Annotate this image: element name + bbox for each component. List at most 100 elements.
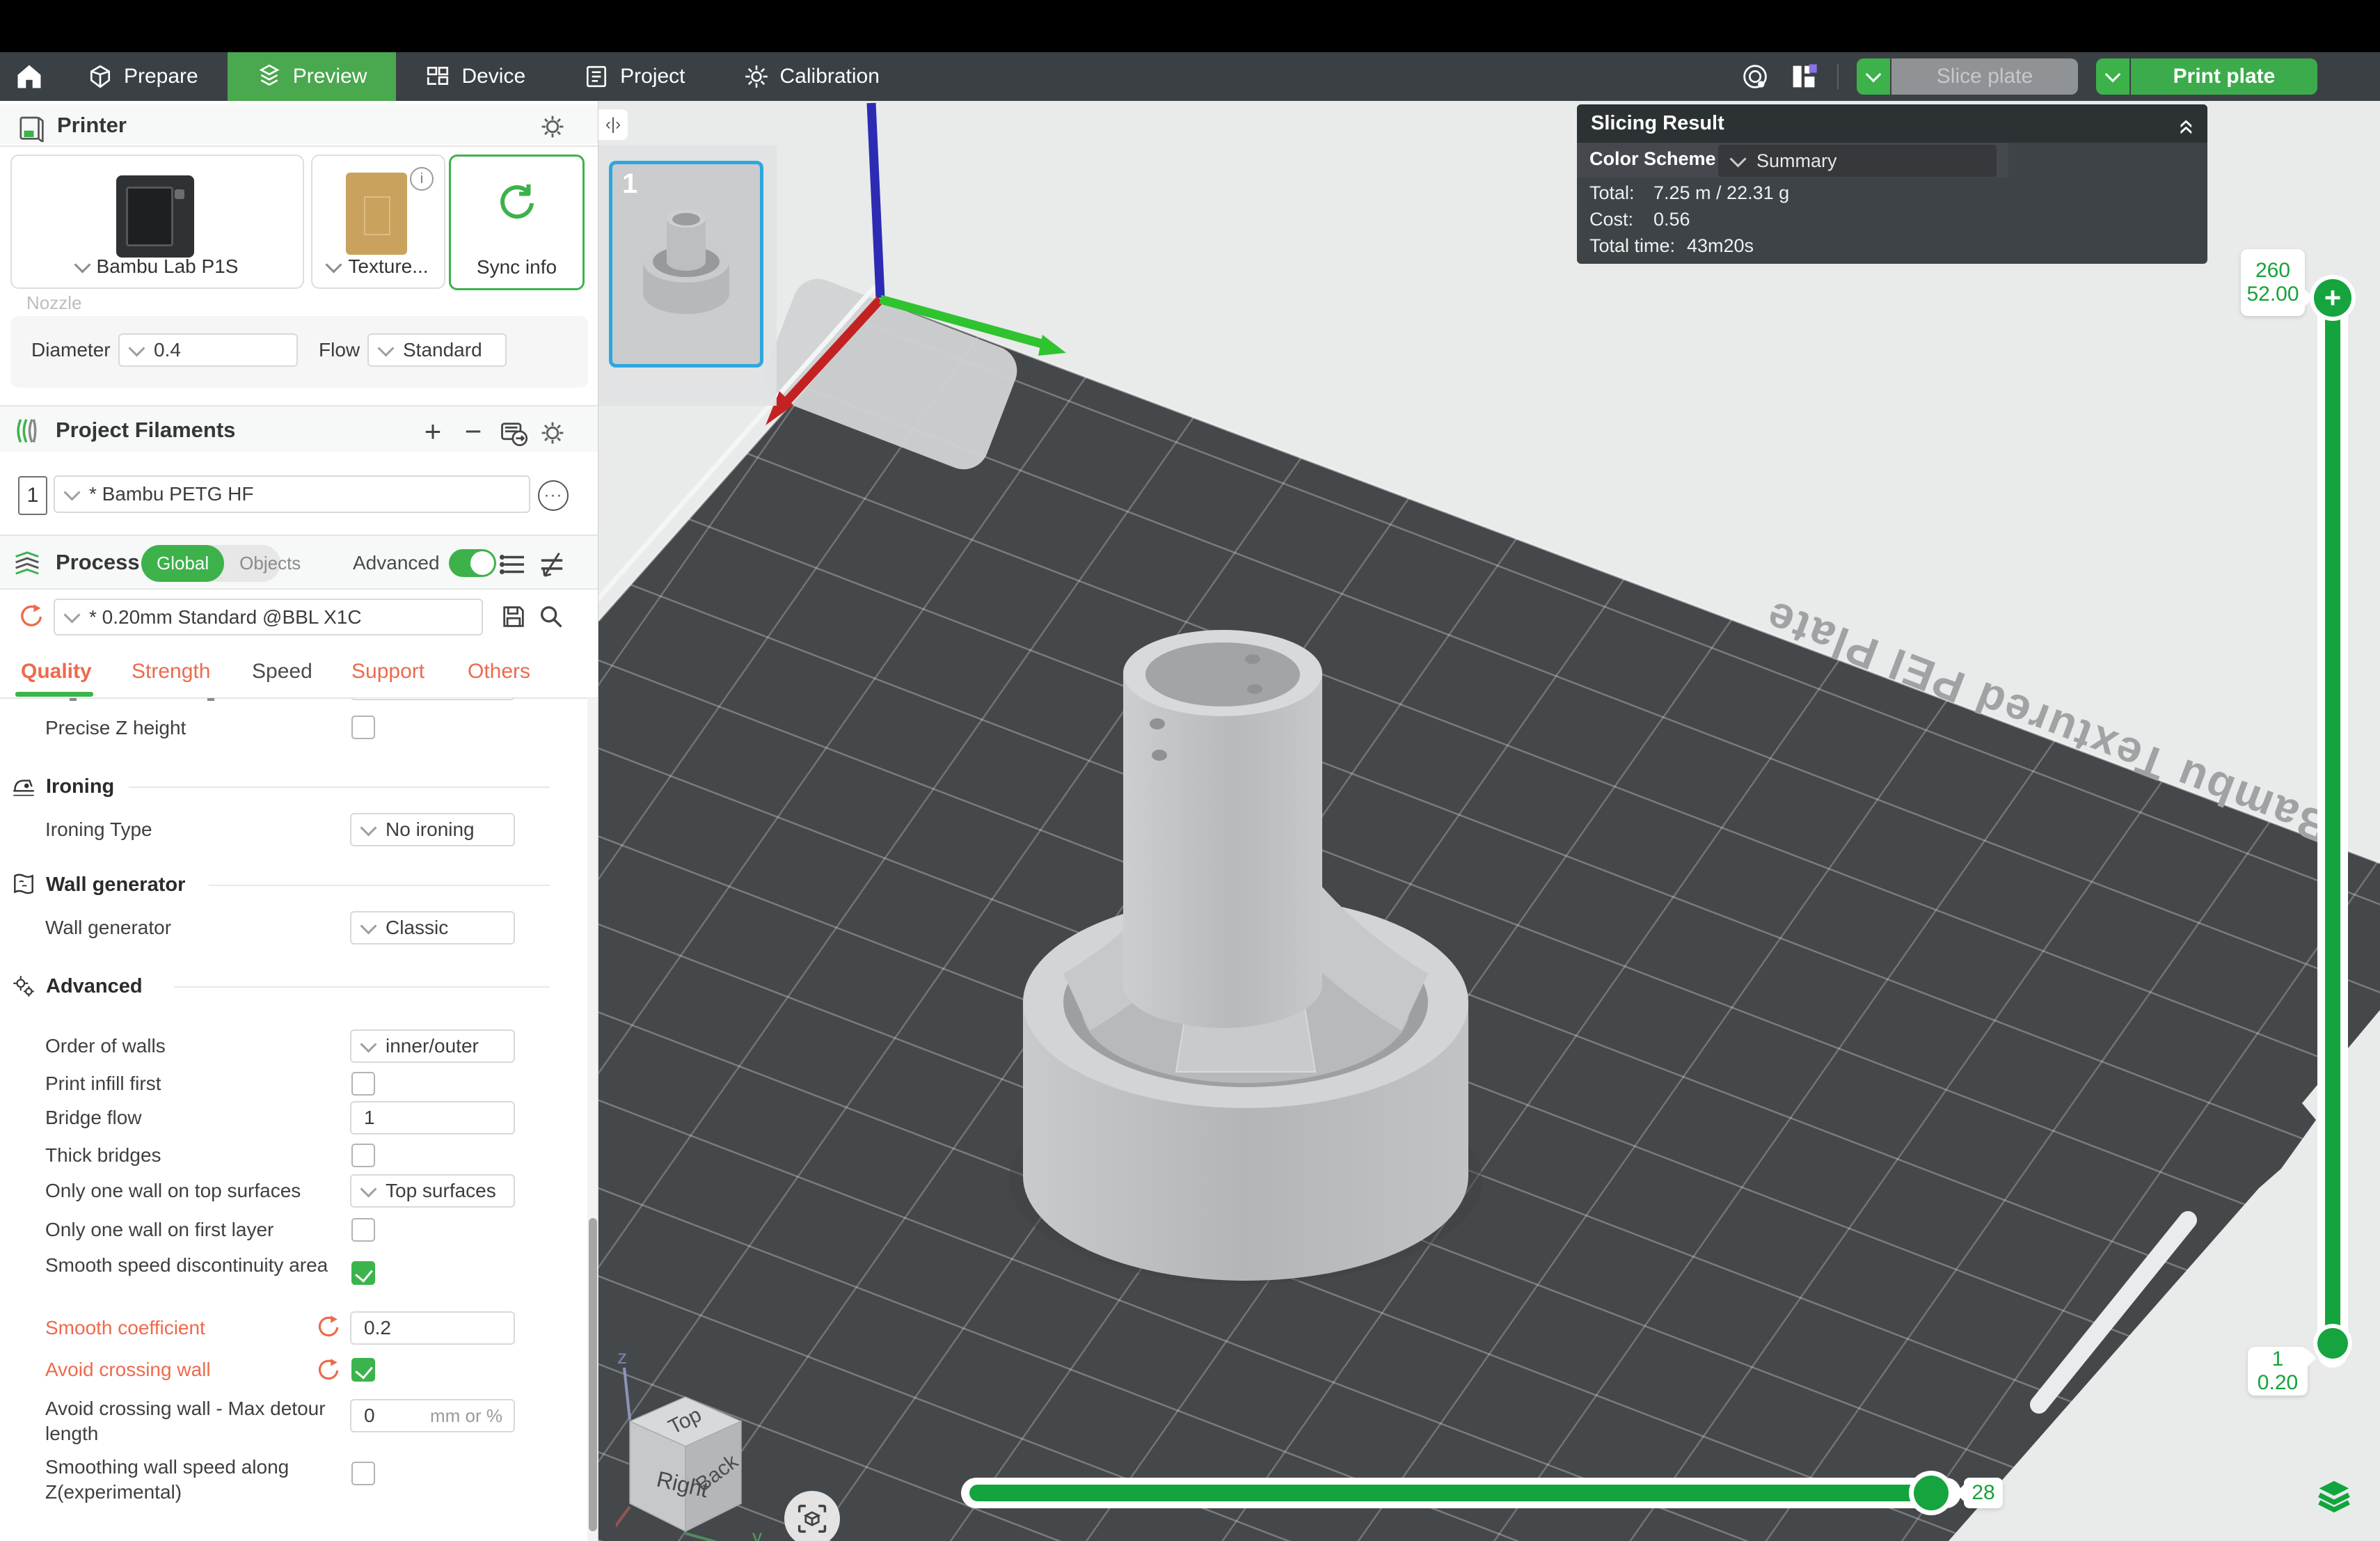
tab-speed[interactable]: Speed <box>252 660 312 683</box>
cost-value: 0.56 <box>1653 209 1690 230</box>
search-icon[interactable] <box>537 603 565 631</box>
scope-objects[interactable]: Objects <box>224 545 316 582</box>
z-axis <box>871 103 880 298</box>
navigation-cube[interactable]: z y x Top Right Back <box>616 1347 776 1541</box>
bottom-layer-number: 1 <box>2272 1348 2284 1371</box>
tab-others[interactable]: Others <box>468 660 530 683</box>
order-of-walls-dropdown[interactable]: inner/outer <box>350 1029 515 1063</box>
tab-quality[interactable]: Quality <box>21 660 92 683</box>
tab-device[interactable]: Device <box>396 52 555 101</box>
scope-global[interactable]: Global <box>141 545 224 582</box>
bridge-flow-input[interactable] <box>363 1106 502 1130</box>
printer-model-card[interactable]: Bambu Lab P1S <box>10 155 304 289</box>
max-detour-input-box: mm or % <box>350 1399 515 1432</box>
step-value: 28 <box>1972 1481 1994 1505</box>
nozzle-diameter-dropdown[interactable]: 0.4 <box>118 333 298 367</box>
clipped-dropdown[interactable] <box>350 698 515 700</box>
ams-sync-icon[interactable] <box>498 418 529 448</box>
chevron-down-icon <box>2105 67 2121 83</box>
layers-view-icon[interactable] <box>2316 1479 2352 1512</box>
settings-scrollbar-thumb[interactable] <box>589 1218 597 1531</box>
advanced-toggle[interactable] <box>449 549 496 577</box>
tab-prepare-label: Prepare <box>124 65 198 88</box>
collapse-panel-button[interactable]: ‹|› <box>598 109 628 140</box>
preset-modified-icon[interactable] <box>17 603 45 631</box>
compare-presets-icon[interactable] <box>537 550 566 579</box>
precise-z-checkbox[interactable] <box>351 716 375 739</box>
printer-settings-gear-icon[interactable] <box>537 111 568 142</box>
process-preset-dropdown[interactable]: * 0.20mm Standard @BBL X1C <box>54 599 483 635</box>
tab-project[interactable]: Project <box>555 52 714 101</box>
smooth-speed-discontinuity-label: Smooth speed discontinuity area <box>45 1253 344 1278</box>
remove-filament-button[interactable]: − <box>458 416 489 447</box>
max-detour-unit: mm or % <box>430 1405 502 1427</box>
color-scheme-dropdown[interactable]: Summary <box>1718 145 1997 177</box>
save-preset-icon[interactable] <box>500 603 527 631</box>
home-button[interactable] <box>0 52 58 101</box>
printer-name: Bambu Lab P1S <box>97 255 239 278</box>
divider <box>0 588 598 590</box>
nozzle-label: Nozzle <box>26 292 81 314</box>
process-icon <box>13 548 42 578</box>
arrange-layout-icon[interactable] <box>1788 61 1819 92</box>
add-filament-button[interactable]: + <box>418 416 448 447</box>
slicing-result-panel: Slicing Result « Color Scheme Summary To… <box>1577 104 2207 264</box>
thick-bridges-checkbox[interactable] <box>351 1144 375 1167</box>
sync-info-button[interactable]: Sync info <box>449 155 585 290</box>
viewport-3d[interactable]: Bambu Textured PEI Plate <box>598 101 2380 1541</box>
preview-icon <box>257 64 282 89</box>
home-icon <box>15 63 43 90</box>
calibration-icon <box>744 64 769 89</box>
slice-plate-button[interactable]: Slice plate <box>1891 58 2078 95</box>
wall-generator-dropdown[interactable]: Classic <box>350 911 515 945</box>
smooth-coefficient-input-box <box>350 1311 515 1345</box>
ironing-type-dropdown[interactable]: No ironing <box>350 813 515 846</box>
plate-type-card[interactable]: i Texture... <box>311 155 445 289</box>
filament-slot-number[interactable]: 1 <box>18 476 47 515</box>
tab-prepare[interactable]: Prepare <box>58 52 228 101</box>
tab-calibration-label: Calibration <box>780 65 880 88</box>
x-axis <box>781 299 880 408</box>
flow-dropdown[interactable]: Standard <box>367 333 507 367</box>
thick-bridges-label: Thick bridges <box>45 1143 344 1168</box>
slice-plate-dropdown[interactable] <box>1857 58 1890 95</box>
smooth-coefficient-label: Smooth coefficient <box>45 1315 344 1341</box>
collapse-chevrons-icon[interactable]: « <box>2171 119 2203 134</box>
tab-preview[interactable]: Preview <box>228 52 397 101</box>
avoid-crossing-wall-checkbox[interactable] <box>351 1358 375 1382</box>
chevron-down-icon <box>360 917 376 934</box>
smooth-coefficient-input[interactable] <box>363 1316 502 1340</box>
tab-calibration[interactable]: Calibration <box>715 52 909 101</box>
print-plate-button[interactable]: Print plate <box>2131 58 2317 95</box>
filament-more-options-icon[interactable]: ··· <box>538 480 569 511</box>
print-plate-dropdown[interactable] <box>2096 58 2129 95</box>
bambu-studio-window: Prepare Preview Device Project Calibrati… <box>0 0 2380 1541</box>
chevron-down-icon <box>360 1180 376 1197</box>
wall-generator-label: Wall generator <box>45 915 344 940</box>
ironing-type-label: Ironing Type <box>45 817 344 842</box>
model-3d[interactable] <box>1009 630 1482 1284</box>
fit-view-button[interactable] <box>784 1491 840 1541</box>
tab-support[interactable]: Support <box>351 660 425 683</box>
bridge-flow-input-box <box>350 1101 515 1135</box>
smoothing-wall-speed-checkbox[interactable] <box>351 1462 375 1485</box>
info-icon[interactable]: i <box>410 167 434 191</box>
step-slider-handle-dot[interactable] <box>1914 1476 1949 1510</box>
filament-dropdown[interactable]: * Bambu PETG HF <box>54 475 530 513</box>
total-value: 7.25 m / 22.31 g <box>1653 182 1789 204</box>
color-scheme-label: Color Scheme <box>1589 148 1716 170</box>
smooth-speed-discontinuity-checkbox[interactable] <box>351 1261 375 1285</box>
toolbar-separator <box>1837 64 1839 89</box>
tab-strength[interactable]: Strength <box>132 660 210 683</box>
option-list-icon[interactable] <box>500 550 529 579</box>
filament-settings-gear-icon[interactable] <box>537 418 568 448</box>
print-infill-first-checkbox[interactable] <box>351 1072 375 1096</box>
layer-slider-top-tooltip: 260 52.00 <box>2241 249 2305 316</box>
max-detour-input[interactable] <box>363 1404 421 1428</box>
only-one-wall-top-dropdown[interactable]: Top surfaces <box>350 1174 515 1208</box>
plate-thumbnail[interactable]: 1 <box>609 161 763 368</box>
layer-slider-fill <box>2325 298 2340 1343</box>
only-one-wall-first-layer-checkbox[interactable] <box>351 1218 375 1242</box>
spiral-vase-icon[interactable] <box>1740 61 1770 92</box>
plate-type-name: Texture... <box>348 255 428 278</box>
